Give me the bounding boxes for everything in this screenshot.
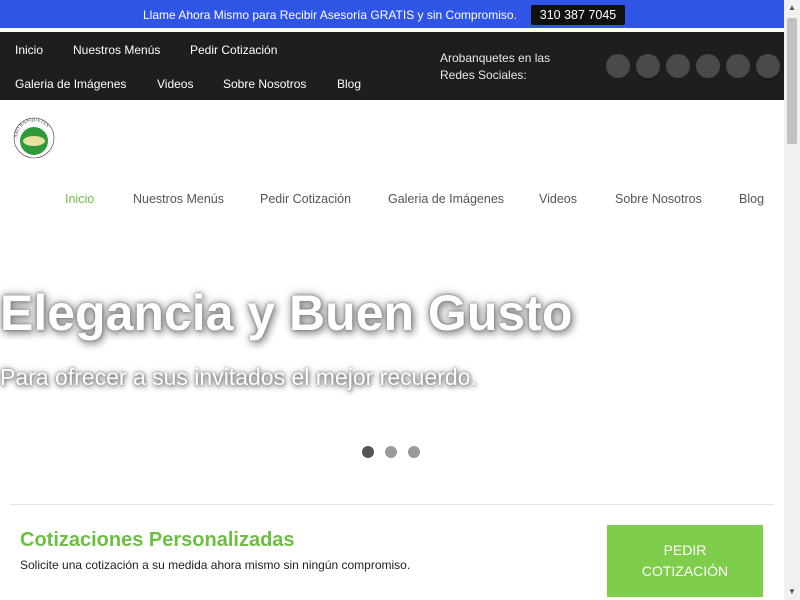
top-nav-galeria[interactable]: Galeria de Imágenes <box>15 77 126 91</box>
top-nav-blog[interactable]: Blog <box>337 77 361 91</box>
page-scrollbar[interactable]: ▲ ▼ <box>784 0 800 600</box>
social-icon-1[interactable] <box>606 54 630 78</box>
logo[interactable]: ARO BANQUETES <box>8 110 60 162</box>
social-icon-6[interactable] <box>756 54 780 78</box>
social-icon-2[interactable] <box>636 54 660 78</box>
top-nav-pedir-cotizacion[interactable]: Pedir Cotización <box>190 43 277 57</box>
social-icon-3[interactable] <box>666 54 690 78</box>
cta-button-line1: PEDIR <box>663 542 707 558</box>
social-label: Arobanquetes en las Redes Sociales: <box>440 51 551 82</box>
announcement-text: Llame Ahora Mismo para Recibir Asesoría … <box>143 8 517 22</box>
main-nav-sobre-nosotros[interactable]: Sobre Nosotros <box>615 192 702 206</box>
main-nav-videos[interactable]: Videos <box>539 192 577 206</box>
main-nav-nuestros-menus[interactable]: Nuestros Menús <box>133 192 224 206</box>
scroll-down-arrow-icon[interactable]: ▼ <box>784 584 800 600</box>
announcement-bar: Llame Ahora Mismo para Recibir Asesoría … <box>0 0 784 30</box>
main-nav-blog[interactable]: Blog <box>739 192 764 206</box>
phone-button[interactable]: 310 387 7045 <box>531 5 625 25</box>
slider-dot-3[interactable] <box>408 446 420 458</box>
section-divider <box>10 504 774 505</box>
social-icon-4[interactable] <box>696 54 720 78</box>
scroll-up-arrow-icon[interactable]: ▲ <box>784 0 800 16</box>
top-nav-sobre-nosotros[interactable]: Sobre Nosotros <box>223 77 306 91</box>
slider-dot-2[interactable] <box>385 446 397 458</box>
top-nav-videos[interactable]: Videos <box>157 77 193 91</box>
cta-button-line2: COTIZACIÓN <box>641 563 729 579</box>
hero-title: Elegancia y Buen Gusto <box>0 285 573 341</box>
cta-title: Cotizaciones Personalizadas <box>20 529 295 551</box>
pedir-cotizacion-button[interactable]: PEDIR COTIZACIÓN <box>607 525 763 597</box>
main-nav-inicio[interactable]: Inicio <box>65 192 94 206</box>
top-nav-inicio[interactable]: Inicio <box>15 43 43 57</box>
main-nav-pedir-cotizacion[interactable]: Pedir Cotización <box>260 192 351 206</box>
social-icon-5[interactable] <box>726 54 750 78</box>
slider-dot-1[interactable] <box>362 446 374 458</box>
top-nav-nuestros-menus[interactable]: Nuestros Menús <box>73 43 160 57</box>
main-nav-galeria[interactable]: Galeria de Imágenes <box>388 192 504 206</box>
cta-text: Solicite una cotización a su medida ahor… <box>20 558 411 572</box>
scrollbar-thumb[interactable] <box>787 18 797 144</box>
hero-subtitle: Para ofrecer a sus invitados el mejor re… <box>0 364 477 390</box>
top-nav: Inicio Nuestros Menús Pedir Cotización G… <box>0 32 784 100</box>
